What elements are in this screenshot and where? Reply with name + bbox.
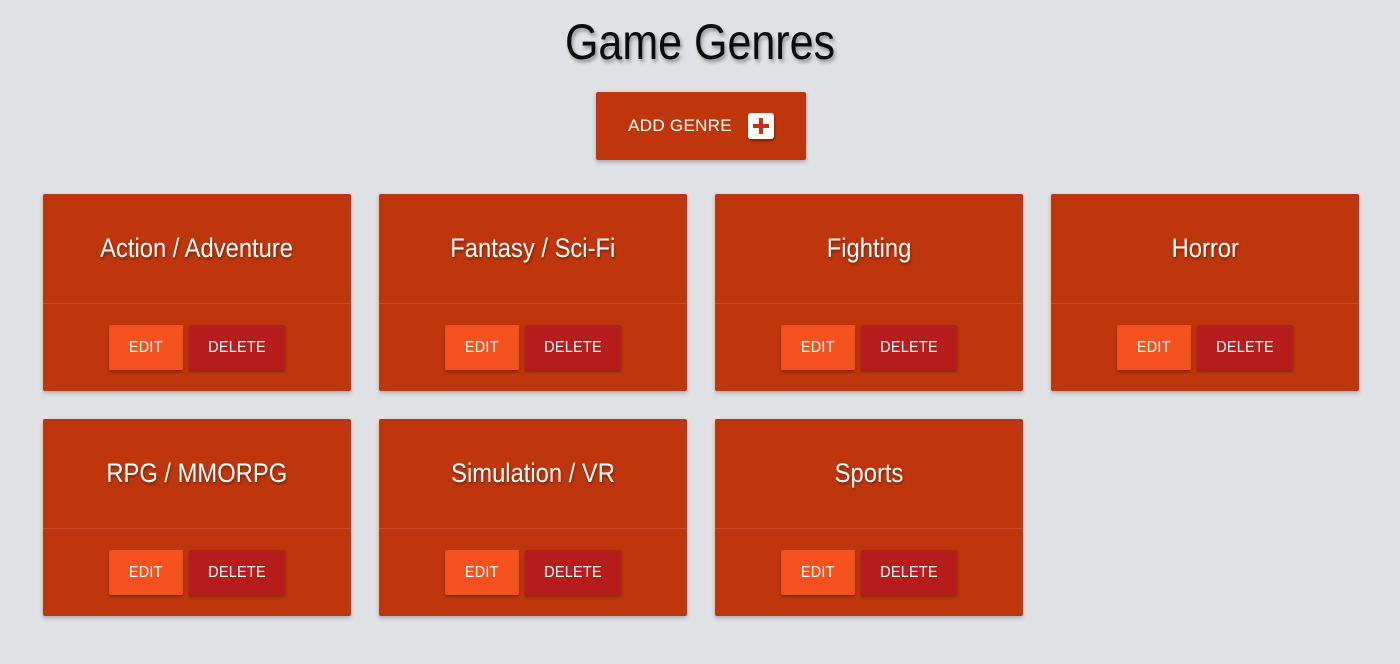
edit-label: EDIT bbox=[465, 338, 499, 356]
delete-label: DELETE bbox=[544, 563, 602, 581]
genre-name: Sports bbox=[834, 458, 904, 488]
genre-card: Fighting EDIT DELETE bbox=[715, 194, 1023, 391]
edit-button[interactable]: EDIT bbox=[109, 325, 183, 370]
genre-title: Simulation / VR bbox=[379, 419, 687, 529]
genre-title: Action / Adventure bbox=[43, 194, 351, 304]
genre-title: Fantasy / Sci-Fi bbox=[379, 194, 687, 304]
delete-label: DELETE bbox=[880, 338, 938, 356]
edit-label: EDIT bbox=[801, 338, 835, 356]
delete-button[interactable]: DELETE bbox=[861, 550, 957, 595]
edit-label: EDIT bbox=[129, 338, 163, 356]
delete-label: DELETE bbox=[208, 563, 266, 581]
genre-card: Fantasy / Sci-Fi EDIT DELETE bbox=[379, 194, 687, 391]
delete-label: DELETE bbox=[1216, 338, 1274, 356]
genre-name: Horror bbox=[1171, 233, 1239, 263]
delete-label: DELETE bbox=[544, 338, 602, 356]
edit-button[interactable]: EDIT bbox=[1117, 325, 1191, 370]
card-actions: EDIT DELETE bbox=[43, 529, 351, 616]
edit-label: EDIT bbox=[465, 563, 499, 581]
page: Game Genres ADD GENRE Action / Adventure… bbox=[0, 0, 1400, 664]
genre-name: Fighting bbox=[826, 233, 912, 263]
add-genre-label: ADD GENRE bbox=[628, 116, 732, 135]
edit-label: EDIT bbox=[1137, 338, 1171, 356]
genre-card: Action / Adventure EDIT DELETE bbox=[43, 194, 351, 391]
card-actions: EDIT DELETE bbox=[1051, 304, 1359, 391]
genre-name: Action / Adventure bbox=[100, 233, 294, 263]
edit-button[interactable]: EDIT bbox=[781, 325, 855, 370]
genre-title: RPG / MMORPG bbox=[43, 419, 351, 529]
edit-button[interactable]: EDIT bbox=[109, 550, 183, 595]
card-actions: EDIT DELETE bbox=[43, 304, 351, 391]
delete-button[interactable]: DELETE bbox=[861, 325, 957, 370]
card-actions: EDIT DELETE bbox=[715, 529, 1023, 616]
edit-button[interactable]: EDIT bbox=[445, 550, 519, 595]
card-actions: EDIT DELETE bbox=[379, 529, 687, 616]
genre-name: Simulation / VR bbox=[451, 458, 615, 488]
delete-button[interactable]: DELETE bbox=[189, 325, 285, 370]
genre-name: RPG / MMORPG bbox=[106, 458, 288, 488]
add-genre-button[interactable]: ADD GENRE bbox=[596, 92, 806, 160]
page-title: Game Genres bbox=[564, 14, 836, 70]
card-actions: EDIT DELETE bbox=[715, 304, 1023, 391]
plus-square-icon bbox=[747, 113, 774, 139]
edit-button[interactable]: EDIT bbox=[781, 550, 855, 595]
edit-label: EDIT bbox=[801, 563, 835, 581]
delete-button[interactable]: DELETE bbox=[525, 325, 621, 370]
card-actions: EDIT DELETE bbox=[379, 304, 687, 391]
edit-button[interactable]: EDIT bbox=[445, 325, 519, 370]
genre-title: Horror bbox=[1051, 194, 1359, 304]
delete-button[interactable]: DELETE bbox=[1197, 325, 1293, 370]
genre-card: RPG / MMORPG EDIT DELETE bbox=[43, 419, 351, 616]
genre-card: Simulation / VR EDIT DELETE bbox=[379, 419, 687, 616]
delete-label: DELETE bbox=[880, 563, 938, 581]
genre-name: Fantasy / Sci-Fi bbox=[450, 233, 616, 263]
genre-card: Sports EDIT DELETE bbox=[715, 419, 1023, 616]
delete-label: DELETE bbox=[208, 338, 266, 356]
delete-button[interactable]: DELETE bbox=[189, 550, 285, 595]
edit-label: EDIT bbox=[129, 563, 163, 581]
delete-button[interactable]: DELETE bbox=[525, 550, 621, 595]
genre-card: Horror EDIT DELETE bbox=[1051, 194, 1359, 391]
genre-title: Fighting bbox=[715, 194, 1023, 304]
genre-title: Sports bbox=[715, 419, 1023, 529]
